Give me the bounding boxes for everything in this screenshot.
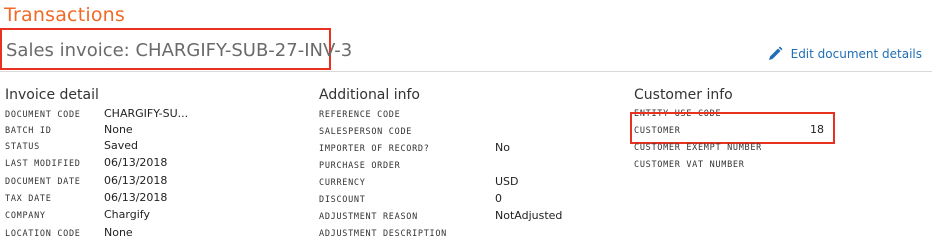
detail-label: DOCUMENT CODE	[5, 110, 81, 120]
additional-label: CURRENCY	[319, 178, 366, 188]
customer-value: 18	[810, 123, 824, 136]
detail-label: COMPANY	[5, 211, 46, 221]
customer-row: CUSTOMER VAT NUMBER	[634, 156, 834, 172]
edit-document-details-link[interactable]: Edit document details	[767, 46, 922, 62]
detail-row: DOCUMENT DATE 06/13/2018	[5, 173, 305, 189]
detail-row: LAST MODIFIED 06/13/2018	[5, 155, 305, 171]
detail-row: BATCH ID None	[5, 122, 305, 138]
detail-value: 06/13/2018	[104, 156, 168, 169]
customer-info-heading: Customer info	[634, 87, 733, 103]
detail-label: STATUS	[5, 142, 40, 152]
detail-label: DOCUMENT DATE	[5, 177, 81, 187]
additional-label: REFERENCE CODE	[319, 110, 401, 120]
additional-info-heading: Additional info	[319, 87, 420, 103]
detail-row: LOCATION CODE None	[5, 225, 305, 241]
detail-label: LAST MODIFIED	[5, 159, 81, 169]
additional-row: REFERENCE CODE	[319, 106, 619, 122]
customer-label: CUSTOMER EXEMPT NUMBER	[634, 143, 762, 153]
detail-label: LOCATION CODE	[5, 229, 81, 239]
detail-row: STATUS Saved	[5, 138, 305, 154]
customer-label: CUSTOMER VAT NUMBER	[634, 160, 745, 170]
pencil-icon	[767, 46, 783, 62]
additional-label: IMPORTER OF RECORD?	[319, 144, 430, 154]
additional-label: PURCHASE ORDER	[319, 161, 401, 171]
additional-row: IMPORTER OF RECORD? No	[319, 140, 619, 156]
document-subtitle: Sales invoice: CHARGIFY-SUB-27-INV-3	[6, 40, 353, 61]
edit-document-details-label: Edit document details	[790, 47, 922, 61]
detail-value: Saved	[104, 139, 138, 152]
additional-label: ADJUSTMENT REASON	[319, 212, 418, 222]
additional-value: NotAdjusted	[495, 209, 563, 222]
additional-label: DISCOUNT	[319, 195, 366, 205]
detail-value: None	[104, 226, 133, 239]
additional-row: DISCOUNT 0	[319, 191, 619, 207]
detail-value: 06/13/2018	[104, 174, 168, 187]
additional-value: No	[495, 141, 510, 154]
additional-label: ADJUSTMENT DESCRIPTION	[319, 229, 447, 239]
detail-value: 06/13/2018	[104, 191, 168, 204]
detail-row: DOCUMENT CODE CHARGIFY-SU...	[5, 106, 305, 122]
detail-value: CHARGIFY-SU...	[104, 107, 189, 120]
customer-label: CUSTOMER	[634, 126, 681, 136]
customer-row: CUSTOMER 18	[634, 122, 834, 138]
detail-row: TAX DATE 06/13/2018	[5, 190, 305, 206]
additional-value: 0	[495, 192, 502, 205]
additional-row: ADJUSTMENT DESCRIPTION	[319, 225, 619, 241]
additional-value: USD	[495, 175, 519, 188]
invoice-detail-heading: Invoice detail	[5, 87, 99, 103]
additional-label: SALESPERSON CODE	[319, 127, 413, 137]
additional-row: ADJUSTMENT REASON NotAdjusted	[319, 208, 619, 224]
customer-row: CUSTOMER EXEMPT NUMBER	[634, 139, 834, 155]
page-title: Transactions	[4, 4, 125, 26]
additional-row: SALESPERSON CODE	[319, 123, 619, 139]
detail-row: COMPANY Chargify	[5, 207, 305, 223]
detail-label: BATCH ID	[5, 126, 52, 136]
detail-label: TAX DATE	[5, 194, 52, 204]
additional-row: PURCHASE ORDER	[319, 157, 619, 173]
detail-value: Chargify	[104, 208, 150, 221]
additional-row: CURRENCY USD	[319, 174, 619, 190]
divider	[0, 71, 932, 72]
detail-value: None	[104, 123, 133, 136]
